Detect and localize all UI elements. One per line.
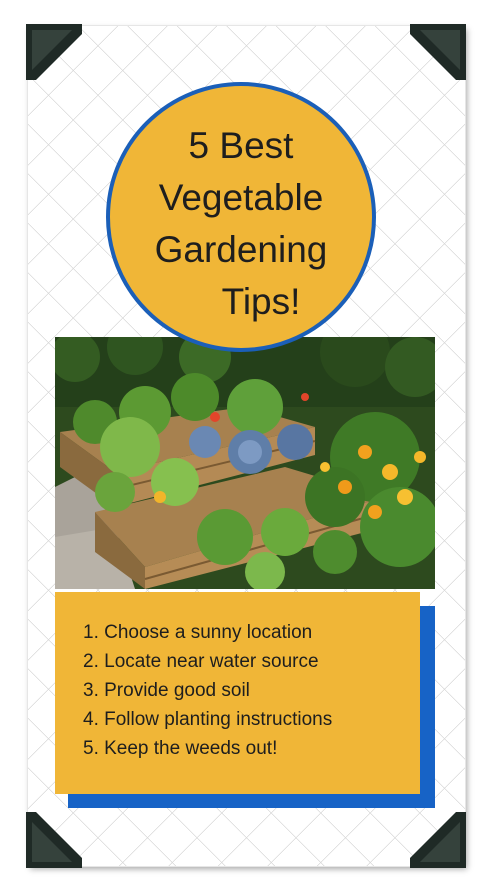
title-badge: 5 Best Vegetable Gardening Tips! — [106, 82, 376, 352]
title-line-4: Tips! — [221, 281, 301, 322]
photo-corner-top-left — [26, 24, 82, 80]
tip-item-5: 5. Keep the weeds out! — [83, 738, 278, 759]
tip-item-3: 3. Provide good soil — [83, 680, 250, 701]
title-line-3: Gardening — [154, 229, 328, 270]
photo-corner-top-right — [410, 24, 466, 80]
tip-item-2: 2. Locate near water source — [83, 651, 319, 672]
tip-item-1: 1. Choose a sunny location — [83, 622, 313, 643]
tips-box: 1. Choose a sunny location 2. Locate nea… — [55, 592, 420, 794]
tip-item-4: 4. Follow planting instructions — [83, 709, 333, 730]
photo-corner-bottom-left — [26, 812, 82, 868]
tips-list: 1. Choose a sunny location 2. Locate nea… — [83, 618, 332, 763]
title-line-1: 5 Best — [188, 125, 294, 166]
photo-corner-bottom-right — [410, 812, 466, 868]
garden-photo — [55, 337, 435, 589]
title-line-2: Vegetable — [158, 177, 324, 218]
